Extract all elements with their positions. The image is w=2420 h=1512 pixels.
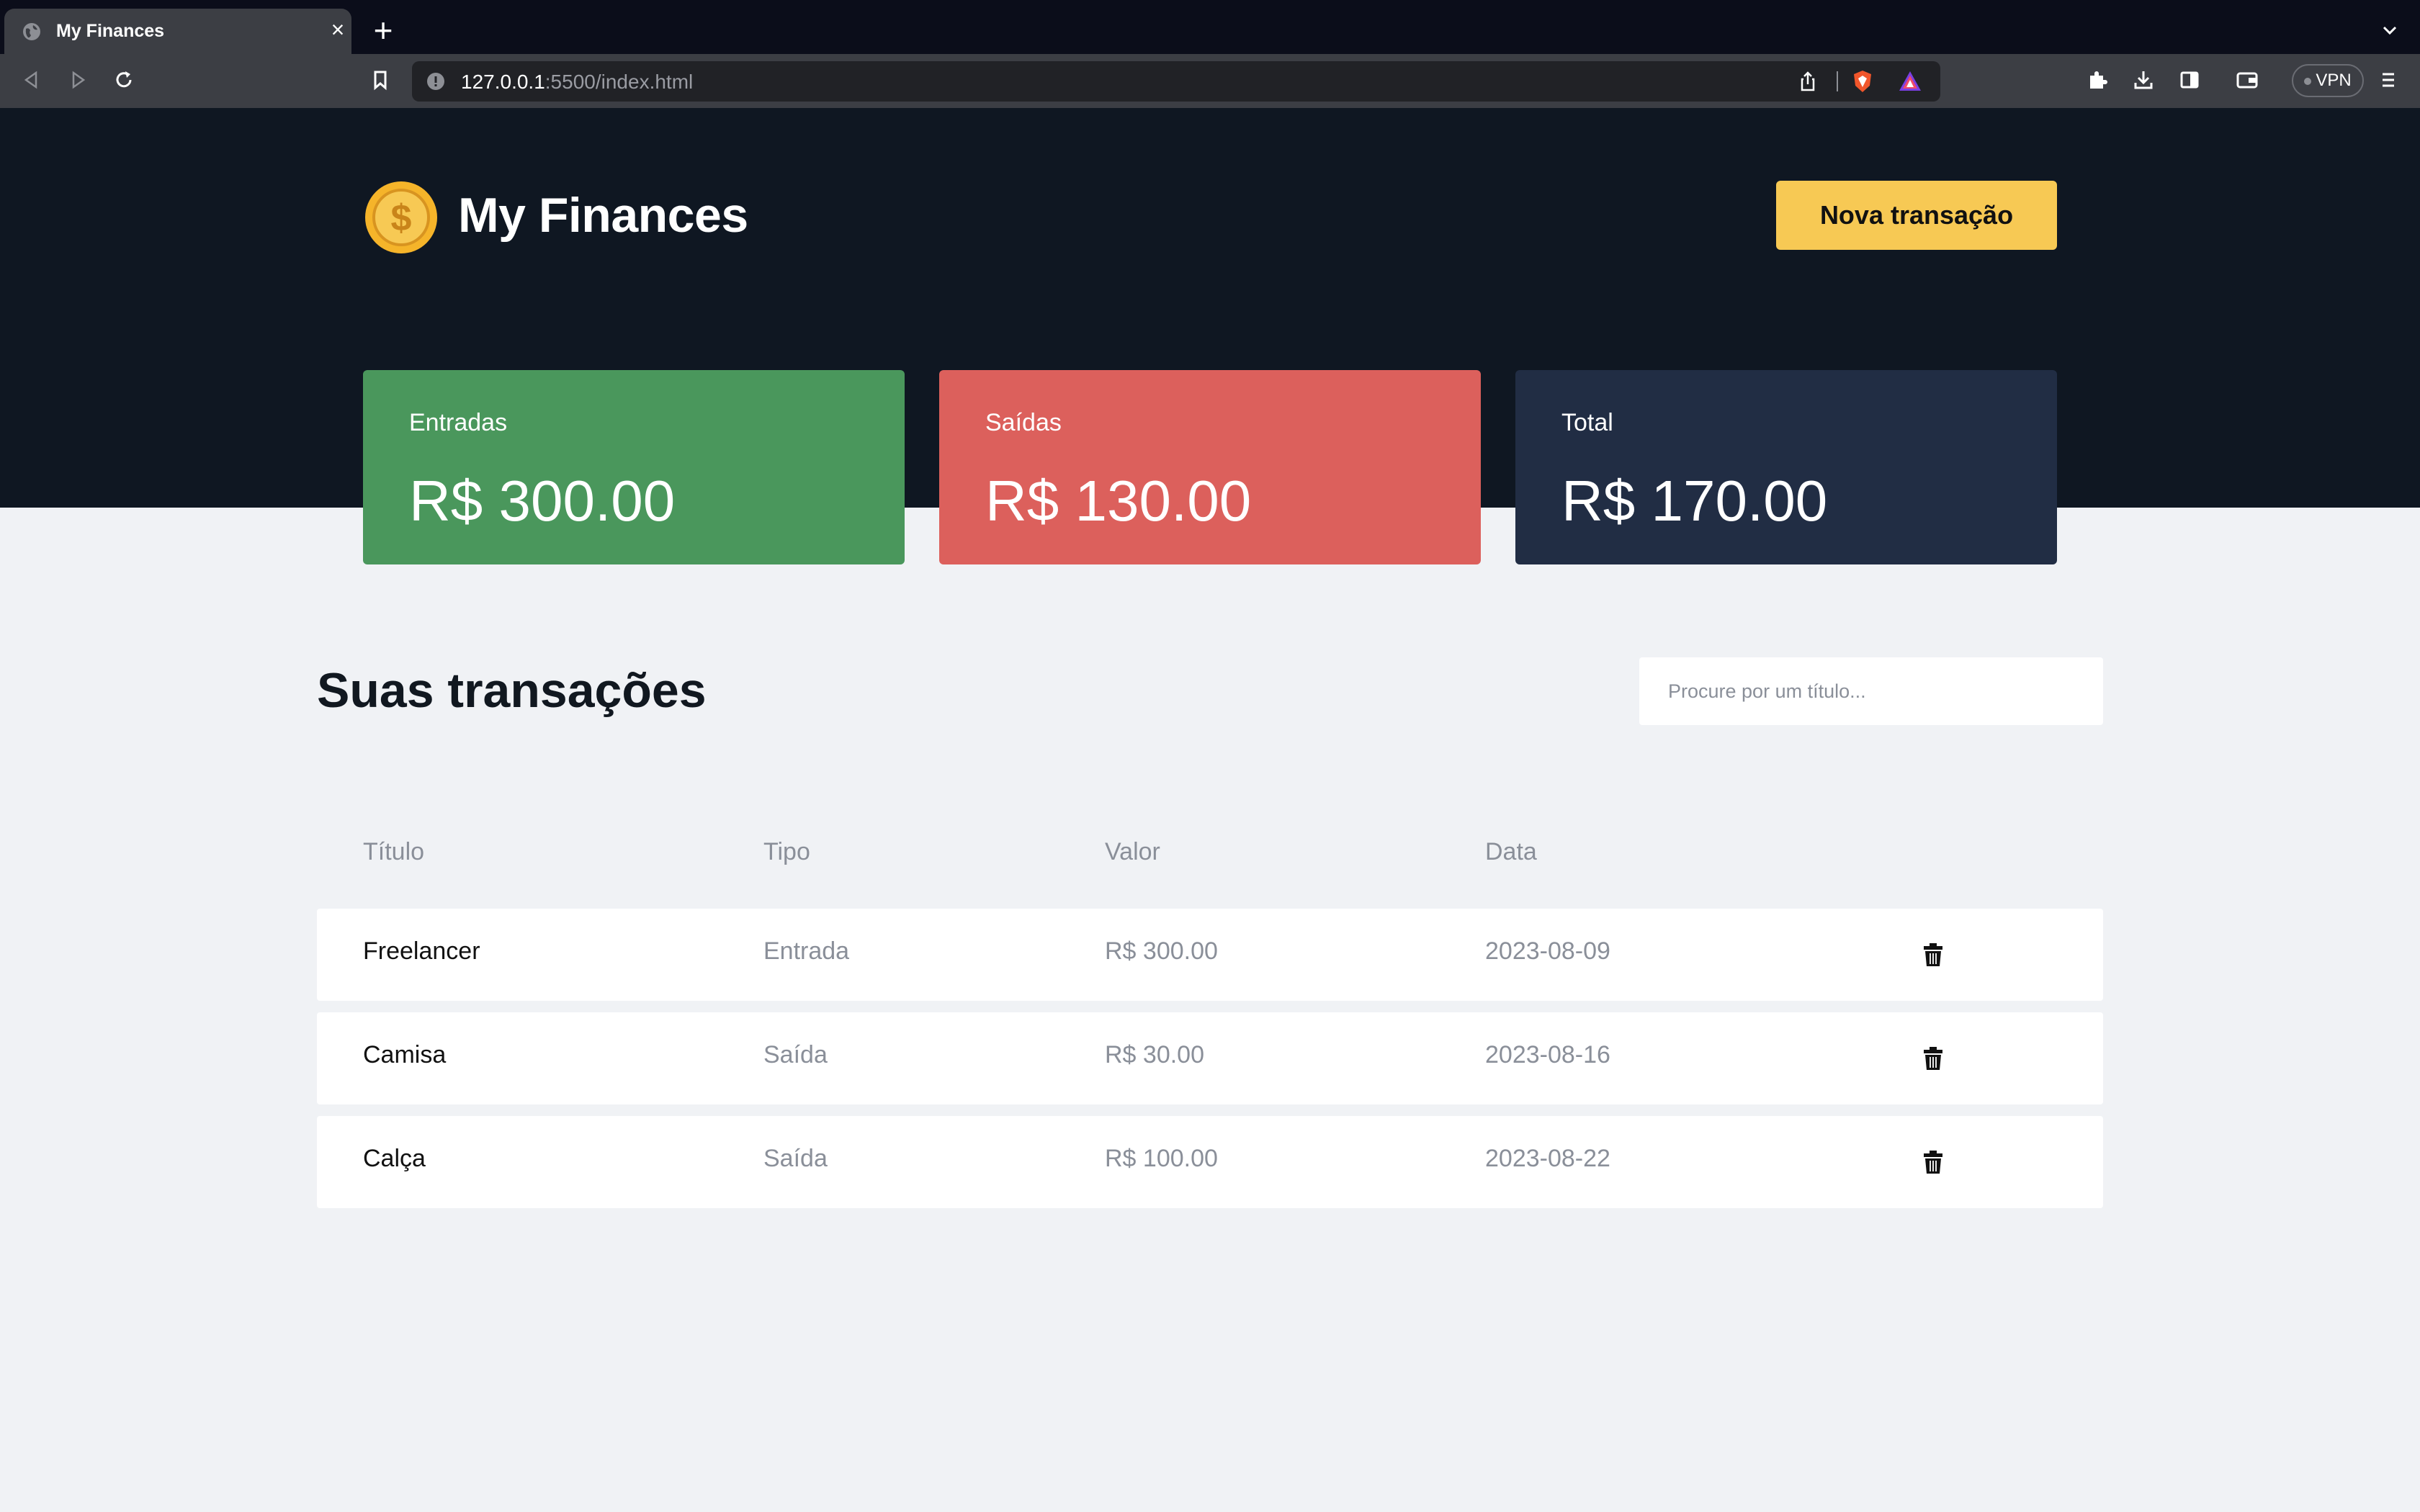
total-value: R$ 170.00	[1561, 469, 1828, 533]
transaction-type: Saída	[763, 1145, 828, 1172]
vpn-status-dot	[2304, 77, 2312, 85]
page-content: $ My Finances Nova transação Entradas R$…	[0, 108, 2420, 1512]
income-value: R$ 300.00	[409, 469, 676, 533]
income-label: Entradas	[409, 409, 508, 436]
download-icon[interactable]	[2130, 67, 2156, 93]
url-text[interactable]: 127.0.0.1:5500/index.html	[461, 71, 693, 94]
url-host: 127.0.0.1	[461, 71, 545, 93]
column-header-date: Data	[1485, 838, 1537, 865]
brave-rewards-icon[interactable]	[1897, 68, 1923, 94]
outcome-label: Saídas	[985, 409, 1062, 436]
trash-icon[interactable]	[1922, 942, 1945, 968]
transaction-date: 2023-08-09	[1485, 937, 1610, 965]
table-row: Freelancer Entrada R$ 300.00 2023-08-09	[317, 909, 2103, 1001]
transaction-type: Saída	[763, 1041, 828, 1068]
new-tab-button[interactable]: +	[369, 14, 398, 47]
forward-icon[interactable]	[65, 67, 91, 93]
total-card: Total R$ 170.00	[1515, 370, 2057, 564]
outcome-value: R$ 130.00	[985, 469, 1252, 533]
trash-icon[interactable]	[1922, 1045, 1945, 1071]
vpn-button[interactable]: VPN	[2292, 64, 2364, 97]
chevron-down-icon[interactable]	[2378, 19, 2401, 42]
extensions-icon[interactable]	[2084, 67, 2110, 93]
app-title: My Finances	[458, 188, 748, 243]
transactions-heading: Suas transações	[317, 663, 707, 718]
transaction-value: R$ 100.00	[1105, 1145, 1218, 1172]
search-input[interactable]	[1639, 657, 2103, 725]
tab-title: My Finances	[56, 21, 165, 41]
column-header-type: Tipo	[763, 838, 810, 865]
url-path: :5500/index.html	[544, 71, 694, 93]
transaction-title: Camisa	[363, 1041, 447, 1068]
vpn-label: VPN	[2316, 71, 2352, 90]
share-icon[interactable]	[1796, 70, 1819, 93]
outcome-card: Saídas R$ 130.00	[939, 370, 1481, 564]
table-row: Calça Saída R$ 100.00 2023-08-22	[317, 1116, 2103, 1208]
transaction-value: R$ 30.00	[1105, 1041, 1204, 1068]
svg-text:$: $	[391, 197, 412, 239]
new-transaction-button[interactable]: Nova transação	[1776, 181, 2057, 250]
sidebar-icon[interactable]	[2177, 67, 2202, 93]
wallet-icon[interactable]	[2234, 67, 2260, 93]
transaction-title: Freelancer	[363, 937, 480, 965]
column-header-title: Título	[363, 838, 425, 865]
transaction-value: R$ 300.00	[1105, 937, 1218, 965]
reload-icon[interactable]	[111, 67, 137, 93]
browser-toolbar: 127.0.0.1:5500/index.html VPN	[0, 54, 2420, 108]
transaction-date: 2023-08-22	[1485, 1145, 1610, 1172]
globe-icon	[23, 23, 40, 40]
transaction-type: Entrada	[763, 937, 850, 965]
total-label: Total	[1561, 409, 1613, 436]
coin-logo-icon: $	[365, 181, 437, 253]
bookmark-icon[interactable]	[367, 67, 393, 93]
trash-icon[interactable]	[1922, 1149, 1945, 1175]
divider	[1837, 71, 1838, 91]
back-icon[interactable]	[19, 67, 45, 93]
transaction-title: Calça	[363, 1145, 426, 1172]
income-card: Entradas R$ 300.00	[363, 370, 905, 564]
column-header-value: Valor	[1105, 838, 1160, 865]
table-row: Camisa Saída R$ 30.00 2023-08-16	[317, 1012, 2103, 1104]
brave-shield-icon[interactable]	[1850, 68, 1876, 94]
info-icon[interactable]	[426, 72, 445, 91]
browser-tab[interactable]: My Finances ×	[4, 9, 351, 54]
address-bar[interactable]: 127.0.0.1:5500/index.html	[412, 61, 1940, 102]
browser-tab-bar: My Finances × +	[0, 0, 2420, 54]
menu-icon[interactable]	[2375, 67, 2401, 93]
tab-close-icon[interactable]: ×	[327, 18, 349, 41]
transaction-date: 2023-08-16	[1485, 1041, 1610, 1068]
